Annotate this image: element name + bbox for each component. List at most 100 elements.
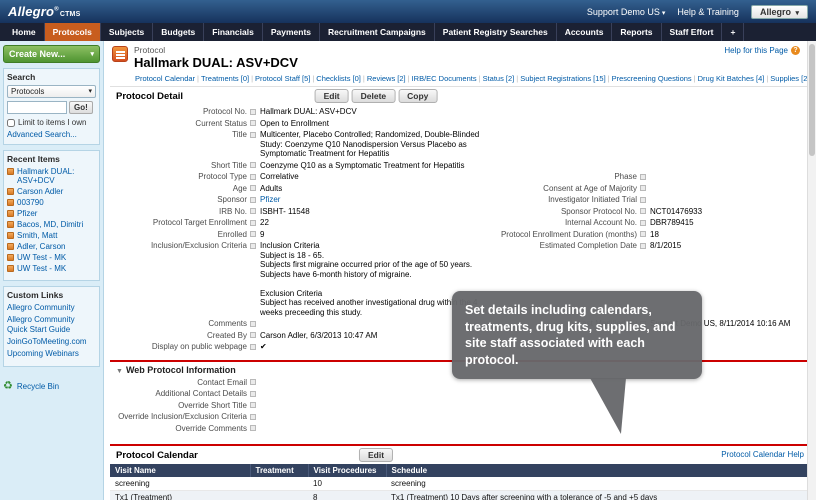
field-label	[495, 160, 650, 172]
recent-item-link[interactable]: UW Test - MK	[17, 264, 66, 273]
recent-item[interactable]: Smith, Matt	[7, 231, 96, 240]
calendar-header-row: Visit Name Treatment Visit Procedures Sched…	[110, 464, 810, 477]
detail-button-row: Edit Delete Copy	[314, 89, 438, 103]
tab-add[interactable]: +	[722, 23, 745, 41]
custom-link-allegro-community-quick-start-guide[interactable]: Allegro Community Quick Start Guide	[7, 315, 96, 335]
field-label: Title	[112, 129, 260, 160]
tab-staff-effort[interactable]: Staff Effort	[662, 23, 723, 41]
shortcut-treatments-0[interactable]: Treatments [0]	[201, 74, 249, 83]
table-row[interactable]: screening 10 screening	[110, 477, 810, 491]
shortcut-protocol-staff-5[interactable]: Protocol Staff [5]	[255, 74, 310, 83]
field-label: Investigator Initiated Trial	[495, 194, 650, 206]
field-help-icon	[640, 196, 646, 203]
recent-item-link[interactable]: Adler, Carson	[17, 242, 65, 251]
create-new-button[interactable]: Create New... ▾	[3, 45, 100, 63]
separator: |	[607, 74, 610, 83]
shortcut-status-2[interactable]: Status [2]	[483, 74, 515, 83]
shortcut-checklists-0[interactable]: Checklists [0]	[316, 74, 361, 83]
tab-budgets[interactable]: Budgets	[153, 23, 205, 41]
recycle-bin[interactable]: ♻ Recycle Bin	[3, 380, 100, 392]
copy-button[interactable]: Copy	[398, 89, 438, 103]
delete-button[interactable]: Delete	[351, 89, 396, 103]
advanced-search-link[interactable]: Advanced Search...	[7, 130, 96, 139]
field-label: Age	[112, 183, 260, 195]
tab-home[interactable]: Home	[4, 23, 45, 41]
field-label: Override Short Title	[112, 400, 260, 412]
record-icon	[7, 232, 14, 239]
recent-item[interactable]: Adler, Carson	[7, 242, 96, 251]
search-input[interactable]	[7, 101, 67, 114]
recent-item[interactable]: UW Test - MK	[7, 264, 96, 273]
custom-link-allegro-community[interactable]: Allegro Community	[7, 303, 96, 313]
field-help-icon	[250, 231, 256, 237]
recent-item-link[interactable]: Hallmark DUAL: ASV+DCV	[17, 167, 96, 185]
shortcut-irb-ec-documents[interactable]: IRB/EC Documents	[412, 74, 477, 83]
user-menu[interactable]: Support Demo US ▾	[587, 7, 666, 17]
calendar-edit-button[interactable]: Edit	[358, 448, 394, 462]
top-bar: Allegro®CTMS Support Demo US ▾ Help & Tra…	[0, 0, 816, 23]
tab-subjects[interactable]: Subjects	[101, 23, 154, 41]
help-training-link[interactable]: Help & Training	[677, 7, 739, 17]
recent-item-link[interactable]: UW Test - MK	[17, 253, 66, 262]
recent-item[interactable]: Hallmark DUAL: ASV+DCV	[7, 167, 96, 185]
tab-recruitment-campaigns[interactable]: Recruitment Campaigns	[320, 23, 435, 41]
recent-item[interactable]: 003790	[7, 198, 96, 207]
shortcut-supplies-2[interactable]: Supplies [2]	[770, 74, 809, 83]
shortcut-protocol-calendar[interactable]: Protocol Calendar	[135, 74, 195, 83]
limit-items-checkbox[interactable]	[7, 118, 15, 127]
field-label: Enrolled	[112, 229, 260, 241]
vertical-scrollbar[interactable]	[807, 41, 816, 500]
field-label: Override Comments	[112, 423, 260, 435]
recycle-bin-link[interactable]: Recycle Bin	[17, 382, 59, 391]
search-entity-select[interactable]: Protocols ▾	[7, 85, 96, 98]
tab-bar: Home Protocols Subjects Budgets Financials Pa…	[0, 23, 816, 41]
field-help-icon	[250, 219, 256, 226]
edit-button[interactable]: Edit	[314, 89, 349, 103]
column-header-visit-procedures[interactable]: Visit Procedures	[308, 464, 387, 477]
tab-accounts[interactable]: Accounts	[557, 23, 613, 41]
column-header-schedule[interactable]: Schedule	[386, 464, 810, 477]
help-for-page-link[interactable]: Help for this Page?	[724, 46, 800, 55]
logo-subtext: CTMS	[59, 11, 81, 18]
table-row[interactable]: Tx1 (Treatment) 8 Tx1 (Treatment) 10 Days …	[110, 490, 810, 500]
field-value-link[interactable]: Pfizer	[260, 195, 280, 204]
recent-item-link[interactable]: 003790	[17, 198, 44, 207]
separator: |	[693, 74, 696, 83]
field-label: Protocol Type	[112, 171, 260, 183]
recent-item[interactable]: Bacos, MD, Dimitri	[7, 220, 96, 229]
scrollbar-thumb[interactable]	[809, 44, 815, 156]
tab-patient-registry-searches[interactable]: Patient Registry Searches	[435, 23, 557, 41]
field-value: NCT01476933	[650, 206, 703, 216]
tab-reports[interactable]: Reports	[612, 23, 662, 41]
column-header-treatment[interactable]: Treatment	[250, 464, 309, 477]
recycle-icon: ♻	[3, 380, 13, 392]
recent-item[interactable]: Carson Adler	[7, 187, 96, 196]
shortcut-drug-kit-batches-4[interactable]: Drug Kit Batches [4]	[698, 74, 765, 83]
tab-payments[interactable]: Payments	[263, 23, 321, 41]
field-value: Adults	[260, 183, 283, 193]
shortcut-subject-registrations-15[interactable]: Subject Registrations [15]	[520, 74, 605, 83]
tab-protocols[interactable]: Protocols	[44, 23, 101, 41]
field-value	[650, 106, 808, 118]
callout-tooltip-text: Set details including calendars, treatme…	[465, 303, 676, 367]
search-go-button[interactable]: Go!	[69, 101, 93, 114]
recent-item-link[interactable]: Carson Adler	[17, 187, 63, 196]
shortcut-prescreening-questions[interactable]: Prescreening Questions	[612, 74, 692, 83]
app-menu-button[interactable]: Allegro ▾	[750, 4, 808, 19]
tab-financials[interactable]: Financials	[204, 23, 263, 41]
recent-item[interactable]: UW Test - MK	[7, 253, 96, 262]
protocol-calendar-help-link[interactable]: Protocol Calendar Help	[721, 450, 804, 459]
custom-links-module: Custom Links Allegro Community Allegro Co…	[3, 286, 100, 367]
recent-item-link[interactable]: Smith, Matt	[17, 231, 57, 240]
column-header-visit-name[interactable]: Visit Name	[110, 464, 251, 477]
field-value: ISBHT- 11548	[260, 206, 310, 216]
table-cell: screening	[386, 477, 810, 491]
custom-link-joingotomeeting-com[interactable]: JoinGoToMeeting.com	[7, 337, 96, 347]
field-label: Override Inclusion/Exclusion Criteria	[112, 411, 260, 423]
field-label: Comments	[112, 318, 260, 330]
recent-item-link[interactable]: Bacos, MD, Dimitri	[17, 220, 83, 229]
recent-item[interactable]: Pfizer	[7, 209, 96, 218]
shortcut-reviews-2[interactable]: Reviews [2]	[367, 74, 406, 83]
custom-link-upcoming-webinars[interactable]: Upcoming Webinars	[7, 349, 96, 359]
recent-item-link[interactable]: Pfizer	[17, 209, 37, 218]
